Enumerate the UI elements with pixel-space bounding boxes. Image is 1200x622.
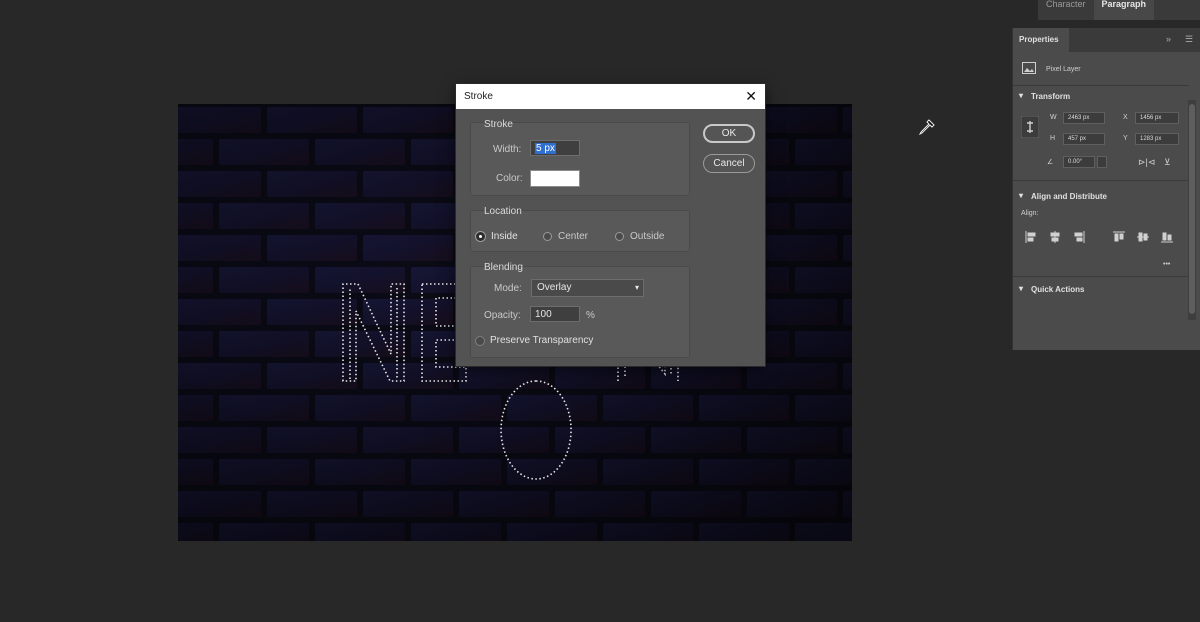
radio-center[interactable] (543, 232, 552, 241)
align-chevron-icon[interactable]: ▾ (1019, 191, 1023, 200)
link-icon[interactable] (1021, 116, 1039, 138)
radio-center-label[interactable]: Center (558, 231, 588, 242)
chevron-down-icon: ▾ (634, 283, 639, 292)
color-swatch[interactable] (530, 170, 580, 187)
y-field[interactable]: 1283 px (1135, 133, 1179, 145)
opacity-value: 100 (535, 309, 552, 320)
dialog-title: Stroke (464, 91, 493, 102)
top-panel-tabs: Character Paragraph (1038, 0, 1200, 20)
panel-menu-icon[interactable]: ☰ (1185, 34, 1193, 45)
align-section-title: Align and Distribute (1031, 192, 1107, 201)
stroke-dialog: Stroke ✕ Stroke Width: 5 px Color: Locat… (456, 84, 765, 366)
mode-label: Mode: (494, 283, 522, 294)
transform-section-title: Transform (1031, 92, 1071, 101)
align-horizontal-centers-icon[interactable] (1049, 231, 1061, 243)
divider (1013, 85, 1189, 86)
h-label: H (1050, 135, 1056, 142)
properties-header: Properties » ☰ (1013, 28, 1200, 52)
align-bottom-edges-icon[interactable] (1161, 231, 1173, 243)
h-field[interactable]: 457 px (1063, 133, 1105, 145)
radio-outside-label[interactable]: Outside (630, 231, 664, 242)
tab-paragraph[interactable]: Paragraph (1093, 0, 1155, 20)
x-field[interactable]: 1456 px (1135, 112, 1179, 124)
x-label: X (1123, 114, 1128, 121)
cancel-button[interactable]: Cancel (703, 154, 755, 173)
stroke-group (470, 122, 690, 196)
preserve-transparency-label[interactable]: Preserve Transparency (490, 335, 593, 346)
align-vertical-centers-icon[interactable] (1137, 231, 1149, 243)
divider (1013, 180, 1189, 181)
angle-stepper[interactable] (1097, 156, 1107, 168)
w-label: W (1050, 114, 1057, 121)
color-label: Color: (496, 173, 523, 184)
tab-character[interactable]: Character (1038, 0, 1094, 20)
divider (1013, 276, 1189, 277)
radio-inside-label[interactable]: Inside (491, 231, 518, 242)
angle-field[interactable]: 0.00° (1063, 156, 1095, 168)
layer-type-label: Pixel Layer (1046, 66, 1081, 73)
width-label: Width: (493, 144, 522, 155)
mode-select[interactable]: Overlay ▾ (531, 279, 644, 297)
opacity-unit: % (586, 310, 595, 321)
y-label: Y (1123, 135, 1128, 142)
opacity-input[interactable]: 100 (530, 306, 580, 322)
quick-actions-section-title: Quick Actions (1031, 285, 1085, 294)
ok-button[interactable]: OK (703, 124, 755, 143)
flip-horizontal-icon[interactable]: ⊳|⊲ (1138, 157, 1155, 168)
blending-group-label: Blending (484, 262, 523, 273)
opacity-label: Opacity: (484, 310, 521, 321)
stroke-group-label: Stroke (484, 119, 513, 130)
collapse-icon[interactable]: » (1166, 34, 1171, 44)
radio-outside[interactable] (615, 232, 624, 241)
dialog-title-bar[interactable]: Stroke ✕ (456, 84, 765, 109)
properties-scroll-thumb[interactable] (1189, 104, 1195, 314)
mode-value: Overlay (537, 282, 572, 293)
pixel-layer-icon (1022, 62, 1036, 74)
radio-inside[interactable] (476, 232, 485, 241)
align-sublabel: Align: (1021, 210, 1039, 217)
angle-icon: ∠ (1047, 159, 1054, 166)
properties-panel: Properties » ☰ Pixel Layer ▾ Transform W… (1012, 28, 1200, 350)
tab-properties[interactable]: Properties (1013, 28, 1069, 52)
eyedropper-cursor-icon (918, 119, 935, 136)
width-input[interactable]: 5 px (530, 140, 580, 156)
preserve-transparency-checkbox[interactable] (475, 336, 485, 346)
align-top-edges-icon[interactable] (1113, 231, 1125, 243)
transform-chevron-icon[interactable]: ▾ (1019, 91, 1023, 100)
flip-vertical-icon[interactable]: ⊻ (1164, 157, 1171, 168)
more-options-icon[interactable]: ••• (1163, 261, 1170, 268)
close-icon[interactable]: ✕ (745, 88, 757, 104)
align-right-edges-icon[interactable] (1073, 231, 1085, 243)
width-value: 5 px (535, 143, 556, 154)
location-group-label: Location (484, 206, 522, 217)
quick-actions-chevron-icon[interactable]: ▾ (1019, 284, 1023, 293)
w-field[interactable]: 2463 px (1063, 112, 1105, 124)
align-left-edges-icon[interactable] (1025, 231, 1037, 243)
